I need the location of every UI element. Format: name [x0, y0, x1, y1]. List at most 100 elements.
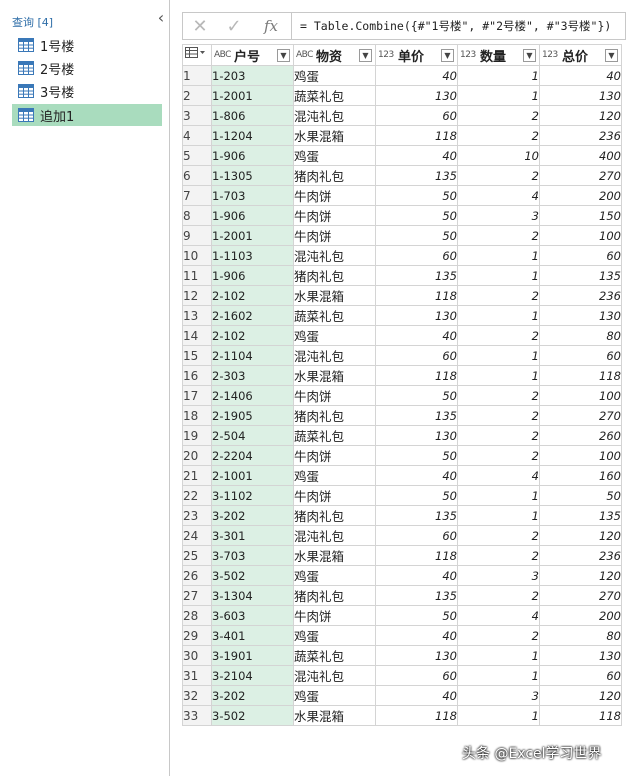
cell-unit[interactable]: 3-1102 — [211, 485, 294, 506]
row-number[interactable]: 17 — [182, 385, 212, 406]
cell-total[interactable]: 120 — [539, 685, 622, 706]
cell-price[interactable]: 60 — [375, 665, 458, 686]
cell-item[interactable]: 鸡蛋 — [293, 565, 376, 586]
cell-total[interactable]: 60 — [539, 245, 622, 266]
row-number[interactable]: 33 — [182, 705, 212, 726]
formula-input[interactable]: = Table.Combine({#"1号楼", #"2号楼", #"3号楼"}… — [291, 13, 625, 39]
table-row[interactable]: 22 3-1102 牛肉饼 50 1 50 — [182, 485, 622, 506]
cell-total[interactable]: 135 — [539, 505, 622, 526]
row-number[interactable]: 28 — [182, 605, 212, 626]
cell-unit[interactable]: 1-2001 — [211, 85, 294, 106]
cell-price[interactable]: 130 — [375, 645, 458, 666]
query-item-append[interactable]: 追加1 — [12, 104, 162, 126]
cell-item[interactable]: 猪肉礼包 — [293, 405, 376, 426]
cell-unit[interactable]: 3-603 — [211, 605, 294, 626]
cell-unit[interactable]: 3-1901 — [211, 645, 294, 666]
collapse-pane-button[interactable]: ‹ — [154, 10, 168, 26]
row-number[interactable]: 20 — [182, 445, 212, 466]
cell-total[interactable]: 236 — [539, 285, 622, 306]
table-row[interactable]: 5 1-906 鸡蛋 40 10 400 — [182, 145, 622, 166]
cell-unit[interactable]: 2-303 — [211, 365, 294, 386]
cell-total[interactable]: 200 — [539, 185, 622, 206]
table-row[interactable]: 9 1-2001 牛肉饼 50 2 100 — [182, 225, 622, 246]
cell-item[interactable]: 鸡蛋 — [293, 65, 376, 86]
cell-total[interactable]: 120 — [539, 565, 622, 586]
cell-price[interactable]: 50 — [375, 185, 458, 206]
cell-price[interactable]: 118 — [375, 285, 458, 306]
table-row[interactable]: 3 1-806 混沌礼包 60 2 120 — [182, 105, 622, 126]
cell-price[interactable]: 130 — [375, 305, 458, 326]
text-type-icon[interactable]: ABC — [214, 50, 234, 60]
table-row[interactable]: 10 1-1103 混沌礼包 60 1 60 — [182, 245, 622, 266]
cell-quantity[interactable]: 4 — [457, 605, 540, 626]
cell-unit[interactable]: 2-1602 — [211, 305, 294, 326]
row-number[interactable]: 27 — [182, 585, 212, 606]
table-row[interactable]: 18 2-1905 猪肉礼包 135 2 270 — [182, 405, 622, 426]
cell-item[interactable]: 蔬菜礼包 — [293, 305, 376, 326]
cell-unit[interactable]: 1-703 — [211, 185, 294, 206]
cell-unit[interactable]: 2-1104 — [211, 345, 294, 366]
cell-total[interactable]: 50 — [539, 485, 622, 506]
queries-header[interactable]: 查询 [4] — [12, 14, 53, 30]
cell-price[interactable]: 130 — [375, 425, 458, 446]
cell-quantity[interactable]: 1 — [457, 345, 540, 366]
number-type-icon[interactable]: 123 — [460, 50, 480, 60]
cell-item[interactable]: 混沌礼包 — [293, 345, 376, 366]
table-row[interactable]: 12 2-102 水果混箱 118 2 236 — [182, 285, 622, 306]
cell-price[interactable]: 40 — [375, 65, 458, 86]
cell-total[interactable]: 270 — [539, 405, 622, 426]
cell-item[interactable]: 猪肉礼包 — [293, 585, 376, 606]
row-number[interactable]: 3 — [182, 105, 212, 126]
cell-quantity[interactable]: 2 — [457, 445, 540, 466]
cell-quantity[interactable]: 1 — [457, 85, 540, 106]
table-row[interactable]: 6 1-1305 猪肉礼包 135 2 270 — [182, 165, 622, 186]
row-number[interactable]: 6 — [182, 165, 212, 186]
query-item-1[interactable]: 1号楼 — [12, 34, 162, 56]
cell-price[interactable]: 60 — [375, 245, 458, 266]
cell-item[interactable]: 鸡蛋 — [293, 625, 376, 646]
cell-quantity[interactable]: 3 — [457, 685, 540, 706]
table-row[interactable]: 25 3-703 水果混箱 118 2 236 — [182, 545, 622, 566]
cell-price[interactable]: 40 — [375, 625, 458, 646]
cell-price[interactable]: 50 — [375, 385, 458, 406]
row-number[interactable]: 5 — [182, 145, 212, 166]
cell-quantity[interactable]: 2 — [457, 545, 540, 566]
text-type-icon[interactable]: ABC — [296, 50, 316, 60]
confirm-icon[interactable]: ✓ — [217, 13, 251, 39]
cell-total[interactable]: 60 — [539, 345, 622, 366]
column-header-total[interactable]: 123 总价 ▼ — [539, 44, 622, 66]
cell-total[interactable]: 120 — [539, 525, 622, 546]
cell-total[interactable]: 270 — [539, 585, 622, 606]
row-number[interactable]: 21 — [182, 465, 212, 486]
cell-unit[interactable]: 2-102 — [211, 325, 294, 346]
cell-quantity[interactable]: 2 — [457, 165, 540, 186]
cell-item[interactable]: 鸡蛋 — [293, 685, 376, 706]
cell-unit[interactable]: 2-2204 — [211, 445, 294, 466]
cell-item[interactable]: 猪肉礼包 — [293, 505, 376, 526]
column-header-item[interactable]: ABC 物资 ▼ — [293, 44, 376, 66]
cell-quantity[interactable]: 2 — [457, 285, 540, 306]
row-number[interactable]: 12 — [182, 285, 212, 306]
row-number[interactable]: 19 — [182, 425, 212, 446]
cell-item[interactable]: 鸡蛋 — [293, 465, 376, 486]
row-number[interactable]: 7 — [182, 185, 212, 206]
cell-quantity[interactable]: 1 — [457, 65, 540, 86]
cell-item[interactable]: 混沌礼包 — [293, 245, 376, 266]
table-row[interactable]: 4 1-1204 水果混箱 118 2 236 — [182, 125, 622, 146]
cell-total[interactable]: 260 — [539, 425, 622, 446]
cell-total[interactable]: 236 — [539, 545, 622, 566]
table-row[interactable]: 21 2-1001 鸡蛋 40 4 160 — [182, 465, 622, 486]
row-number[interactable]: 23 — [182, 505, 212, 526]
cell-quantity[interactable]: 2 — [457, 225, 540, 246]
cell-quantity[interactable]: 2 — [457, 125, 540, 146]
row-number[interactable]: 18 — [182, 405, 212, 426]
cell-price[interactable]: 40 — [375, 465, 458, 486]
cell-price[interactable]: 135 — [375, 505, 458, 526]
cell-price[interactable]: 60 — [375, 345, 458, 366]
query-item-3[interactable]: 3号楼 — [12, 80, 162, 102]
cell-unit[interactable]: 1-806 — [211, 105, 294, 126]
row-number[interactable]: 14 — [182, 325, 212, 346]
cell-item[interactable]: 混沌礼包 — [293, 525, 376, 546]
cell-quantity[interactable]: 2 — [457, 325, 540, 346]
number-type-icon[interactable]: 123 — [542, 50, 562, 60]
